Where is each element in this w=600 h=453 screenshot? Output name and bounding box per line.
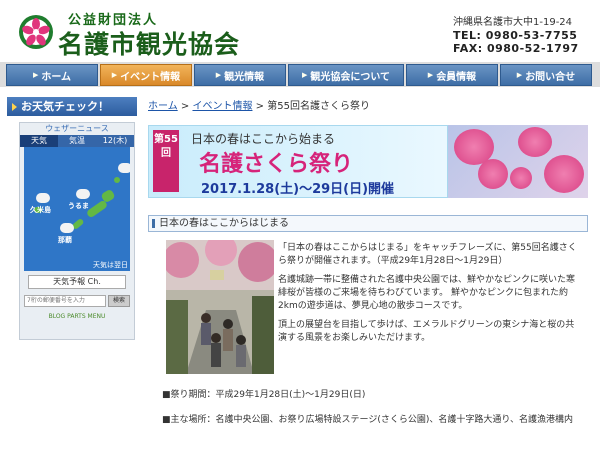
arrow-icon: ▶ bbox=[427, 71, 434, 79]
period-value: 平成29年1月28日(土)〜1月29日(日) bbox=[215, 390, 366, 400]
tel: TEL: 0980-53-7755 bbox=[453, 29, 578, 42]
weather-title: お天気チェック！ bbox=[7, 97, 137, 116]
arrow-icon: ▶ bbox=[111, 71, 118, 79]
search-button[interactable]: 検索 bbox=[108, 295, 130, 307]
cloud-icon bbox=[60, 223, 74, 233]
nav-members[interactable]: ▶ 会員情報 bbox=[406, 64, 498, 86]
weather-header[interactable]: ウェザーニュース bbox=[20, 123, 134, 135]
city-label: 久米島 bbox=[30, 206, 51, 214]
blossom-shape bbox=[518, 127, 552, 157]
detail-place: ■主な場所： 名護中央公園、お祭り広場特設ステージ(さくら公園)、名護十字路大通… bbox=[162, 414, 582, 427]
arrow-icon: ▶ bbox=[32, 71, 39, 79]
cloud-icon bbox=[36, 193, 50, 203]
banner-lead: 日本の春はここから始まる bbox=[191, 132, 336, 146]
nav-home[interactable]: ▶ ホーム bbox=[6, 64, 98, 86]
banner-date: 2017.1.28(土)〜29日(日)開催 bbox=[201, 182, 395, 197]
paragraph: 頂上の展望台を目指して歩けば、エメラルドグリーンの東シナ海と桜の共演する風景をお… bbox=[278, 320, 575, 343]
tab-temperature[interactable]: 気温 bbox=[58, 135, 96, 147]
nav-sightseeing[interactable]: ▶ 観光情報 bbox=[194, 64, 286, 86]
nav-contact[interactable]: ▶ お問い合せ bbox=[500, 64, 592, 86]
contact-info: 沖縄県名護市大中1-19-24 TEL: 0980-53-7755 FAX: 0… bbox=[453, 16, 588, 55]
zip-search: 7桁の郵便番号を入力 検索 bbox=[24, 295, 130, 307]
global-nav: ▶ ホーム ▶ イベント情報 ▶ 観光情報 ▶ 観光協会について ▶ 会員情報 ▶ お問い合… bbox=[0, 62, 600, 87]
nav-event[interactable]: ▶ イベント情報 bbox=[100, 64, 192, 86]
logo-icon[interactable] bbox=[18, 14, 54, 50]
blossom-shape bbox=[544, 155, 584, 193]
breadcrumb-event[interactable]: イベント情報 bbox=[192, 101, 252, 112]
site-header: 公益財団法人 名護市観光協会 沖縄県名護市大中1-19-24 TEL: 0980… bbox=[0, 0, 600, 62]
island-shape bbox=[85, 199, 109, 219]
cloud-icon bbox=[76, 189, 90, 199]
detail-period: ■祭り期間： 平成29年1月28日(土)〜1月29日(日) bbox=[162, 389, 582, 402]
address: 沖縄県名護市大中1-19-24 bbox=[453, 17, 573, 28]
blossom-photo bbox=[448, 125, 588, 198]
nav-about[interactable]: ▶ 観光協会について bbox=[288, 64, 404, 86]
breadcrumb-sep: > bbox=[255, 101, 265, 112]
arrow-icon: ▶ bbox=[215, 71, 222, 79]
arrow-icon: ▶ bbox=[301, 71, 308, 79]
place-value: 名護中央公園、お祭り広場特設ステージ(さくら公園)、名護十字路大通り、名護漁港構… bbox=[215, 415, 574, 425]
city-label: うるま bbox=[68, 202, 89, 210]
weather-map[interactable]: 久米島 うるま 那覇 天気は翌日 bbox=[24, 147, 130, 271]
site-title[interactable]: 名護市観光協会 bbox=[58, 25, 240, 61]
weather-tabs: 天気 気温 12(木) bbox=[20, 135, 134, 147]
place-label: ■主な場所： bbox=[162, 415, 216, 425]
period-label: ■祭り期間： bbox=[162, 390, 216, 400]
zip-input[interactable]: 7桁の郵便番号を入力 bbox=[24, 295, 106, 307]
main-content: ホーム > イベント情報 > 第55回名護さくら祭り 第55回 日本の春はここか… bbox=[148, 97, 588, 425]
breadcrumb: ホーム > イベント情報 > 第55回名護さくら祭り bbox=[148, 97, 588, 113]
paragraph: 「日本の春はここからはじまる」をキャッチフレーズに、第55回名護さくら祭りが開催… bbox=[278, 243, 577, 266]
blossom-shape bbox=[510, 167, 532, 189]
banner-text-area: 第55回 日本の春はここから始まる 名護さくら祭り 2017.1.28(土)〜2… bbox=[148, 125, 448, 198]
forecast-channel-link[interactable]: 天気予報 Ch. bbox=[28, 275, 126, 289]
breadcrumb-current: 第55回名護さくら祭り bbox=[267, 101, 370, 112]
article-body: 「日本の春はここからはじまる」をキャッチフレーズに、第55回名護さくら祭りが開催… bbox=[278, 242, 578, 351]
blossom-shape bbox=[478, 159, 508, 189]
banner-title: 名護さくら祭り bbox=[199, 152, 354, 177]
sidebar: お天気チェック！ ウェザーニュース 天気 気温 12(木) 久米島 うるま 那覇… bbox=[7, 97, 137, 340]
tab-date[interactable]: 12(木) bbox=[96, 135, 134, 147]
paragraph: 名護城跡一帯に整備された名護中央公園では、鮮やかなピンクに咲いた寒緋桜が皆様のご… bbox=[278, 275, 576, 311]
map-footer: 天気は翌日 bbox=[93, 261, 128, 269]
city-label: 那覇 bbox=[58, 236, 72, 244]
edition-badge: 第55回 bbox=[153, 130, 179, 192]
cloud-icon bbox=[118, 163, 130, 173]
park-photo bbox=[166, 240, 274, 374]
event-details: ■祭り期間： 平成29年1月28日(土)〜1月29日(日) ■主な場所： 名護中… bbox=[162, 389, 582, 439]
arrow-icon: ▶ bbox=[516, 71, 523, 79]
weather-widget: ウェザーニュース 天気 気温 12(木) 久米島 うるま 那覇 天気は翌日 天気… bbox=[19, 122, 135, 340]
breadcrumb-sep: > bbox=[180, 101, 190, 112]
island-shape bbox=[114, 177, 120, 183]
section-heading: 日本の春はここからはじまる bbox=[148, 215, 588, 232]
festival-banner: 第55回 日本の春はここから始まる 名護さくら祭り 2017.1.28(土)〜2… bbox=[148, 125, 588, 198]
tab-weather[interactable]: 天気 bbox=[20, 135, 58, 147]
breadcrumb-home[interactable]: ホーム bbox=[148, 101, 178, 112]
blog-parts-menu[interactable]: BLOG PARTS MENU bbox=[20, 313, 134, 320]
fax: FAX: 0980-52-1797 bbox=[453, 42, 579, 55]
